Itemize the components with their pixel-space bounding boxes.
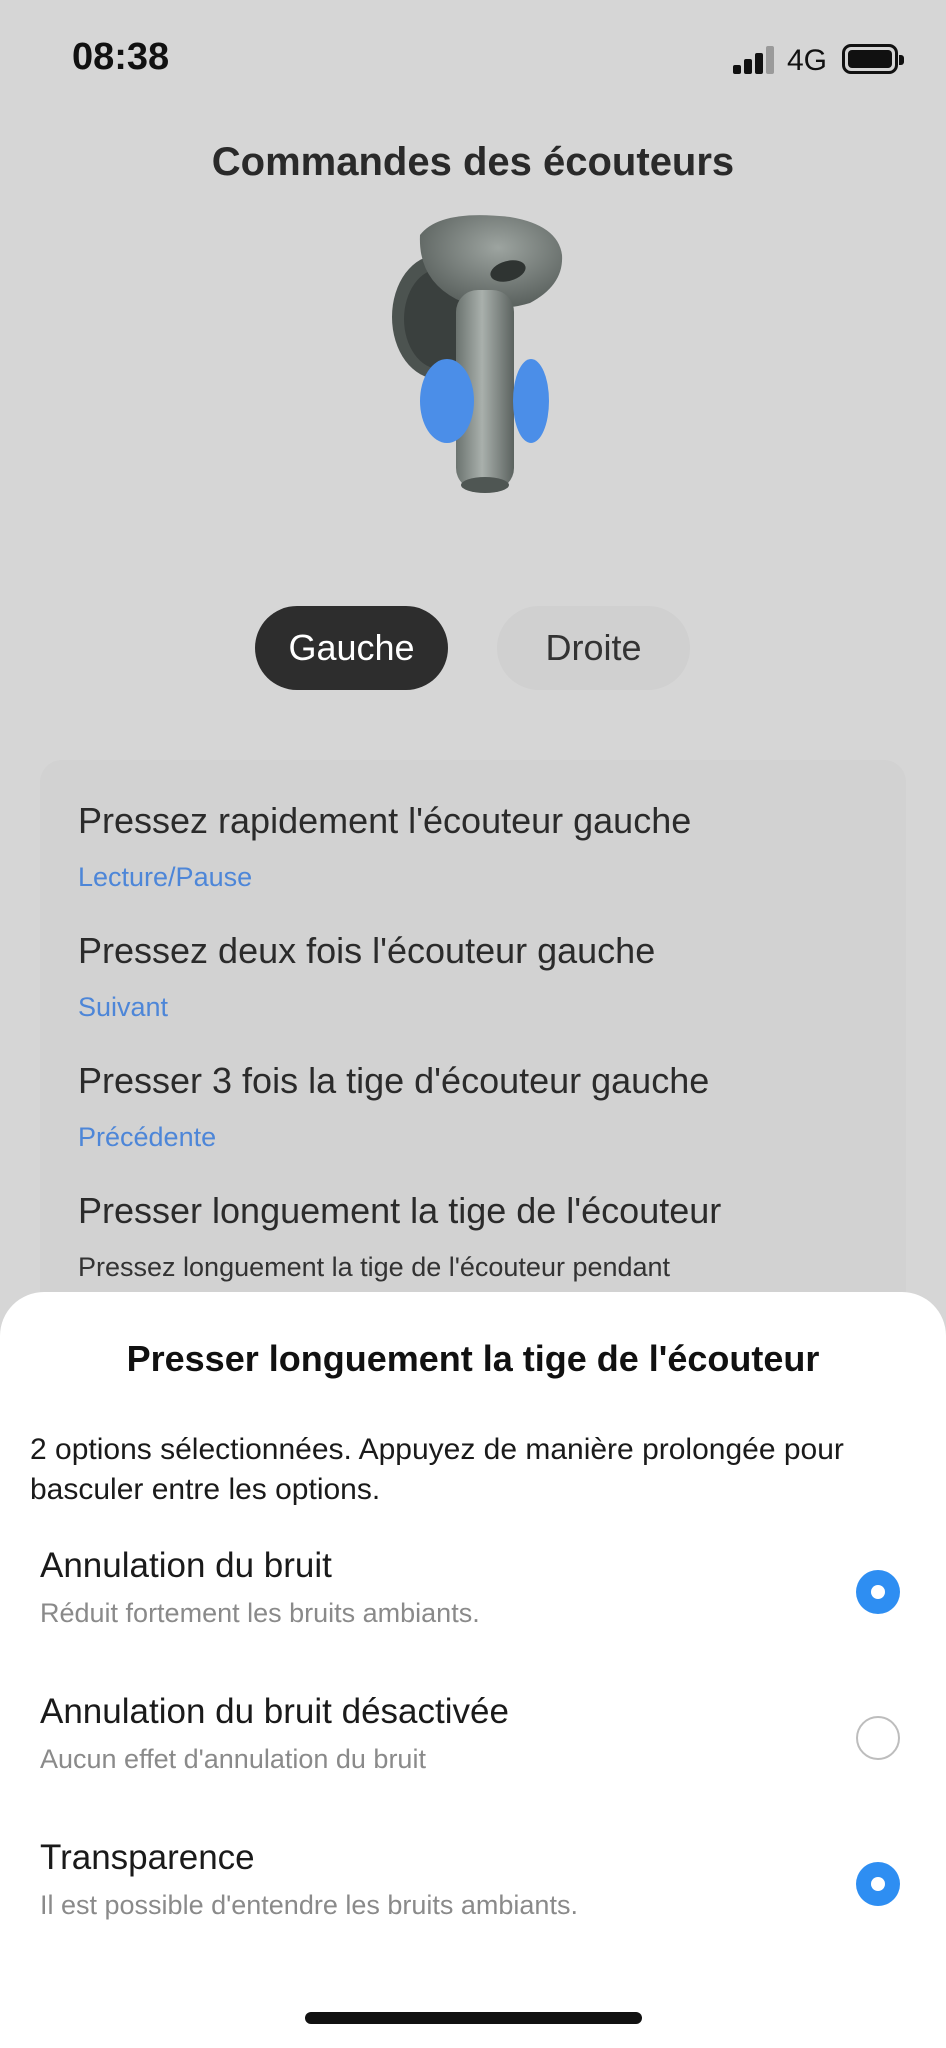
option-sublabel: Aucun effet d'annulation du bruit [40, 1744, 426, 1774]
setting-value: Précédente [78, 1122, 217, 1152]
option-sublabel: Réduit fortement les bruits ambiants. [40, 1598, 480, 1628]
long-press-sheet: Presser longuement la tige de l'écouteur… [0, 1292, 946, 2048]
earbud-icon [392, 215, 563, 493]
status-time: 08:38 [72, 36, 170, 78]
setting-long-press[interactable]: Presser longuement la tige de l'écouteur… [78, 1190, 721, 1286]
controls-list: Pressez rapidement l'écouteur gauche Lec… [40, 760, 906, 1320]
radio-selected-icon[interactable] [856, 1862, 900, 1906]
option-noise-cancellation-off[interactable]: Annulation du bruit désactivée Aucun eff… [0, 1692, 946, 1802]
radio-selected-icon[interactable] [856, 1570, 900, 1614]
setting-value: Suivant [78, 992, 169, 1022]
setting-title: Pressez rapidement l'écouteur gauche [78, 800, 692, 841]
setting-single-press[interactable]: Pressez rapidement l'écouteur gauche Lec… [78, 800, 691, 893]
option-label: Annulation du bruit [40, 1546, 332, 1585]
signal-icon [733, 46, 775, 74]
sheet-title: Presser longuement la tige de l'écouteur [126, 1338, 820, 1379]
option-label: Annulation du bruit désactivée [40, 1692, 509, 1731]
setting-title: Pressez deux fois l'écouteur gauche [78, 930, 656, 971]
side-selector: Gauche Droite [0, 606, 946, 690]
radio-unselected-icon[interactable] [856, 1716, 900, 1760]
option-sublabel: Il est possible d'entendre les bruits am… [40, 1890, 578, 1920]
network-type: 4G [787, 44, 828, 77]
setting-triple-press[interactable]: Presser 3 fois la tige d'écouteur gauche… [78, 1060, 709, 1153]
option-label: Transparence [40, 1838, 255, 1877]
tab-right[interactable]: Droite [497, 606, 690, 690]
home-indicator[interactable] [305, 2012, 642, 2024]
setting-title: Presser 3 fois la tige d'écouteur gauche [78, 1060, 710, 1101]
setting-title: Presser longuement la tige de l'écouteur [78, 1190, 722, 1231]
sheet-description: 2 options sélectionnées. Appuyez de mani… [30, 1433, 844, 1506]
page-title: Commandes des écouteurs [211, 140, 735, 184]
battery-icon [842, 44, 904, 74]
status-bar: 08:38 4G [0, 0, 946, 120]
tab-left[interactable]: Gauche [255, 606, 448, 690]
option-noise-cancellation[interactable]: Annulation du bruit Réduit fortement les… [0, 1546, 946, 1656]
setting-description: Pressez longuement la tige de l'écouteur… [78, 1252, 671, 1282]
setting-double-press[interactable]: Pressez deux fois l'écouteur gauche Suiv… [78, 930, 655, 1023]
setting-value: Lecture/Pause [78, 862, 253, 892]
option-transparency[interactable]: Transparence Il est possible d'entendre … [0, 1838, 946, 1948]
